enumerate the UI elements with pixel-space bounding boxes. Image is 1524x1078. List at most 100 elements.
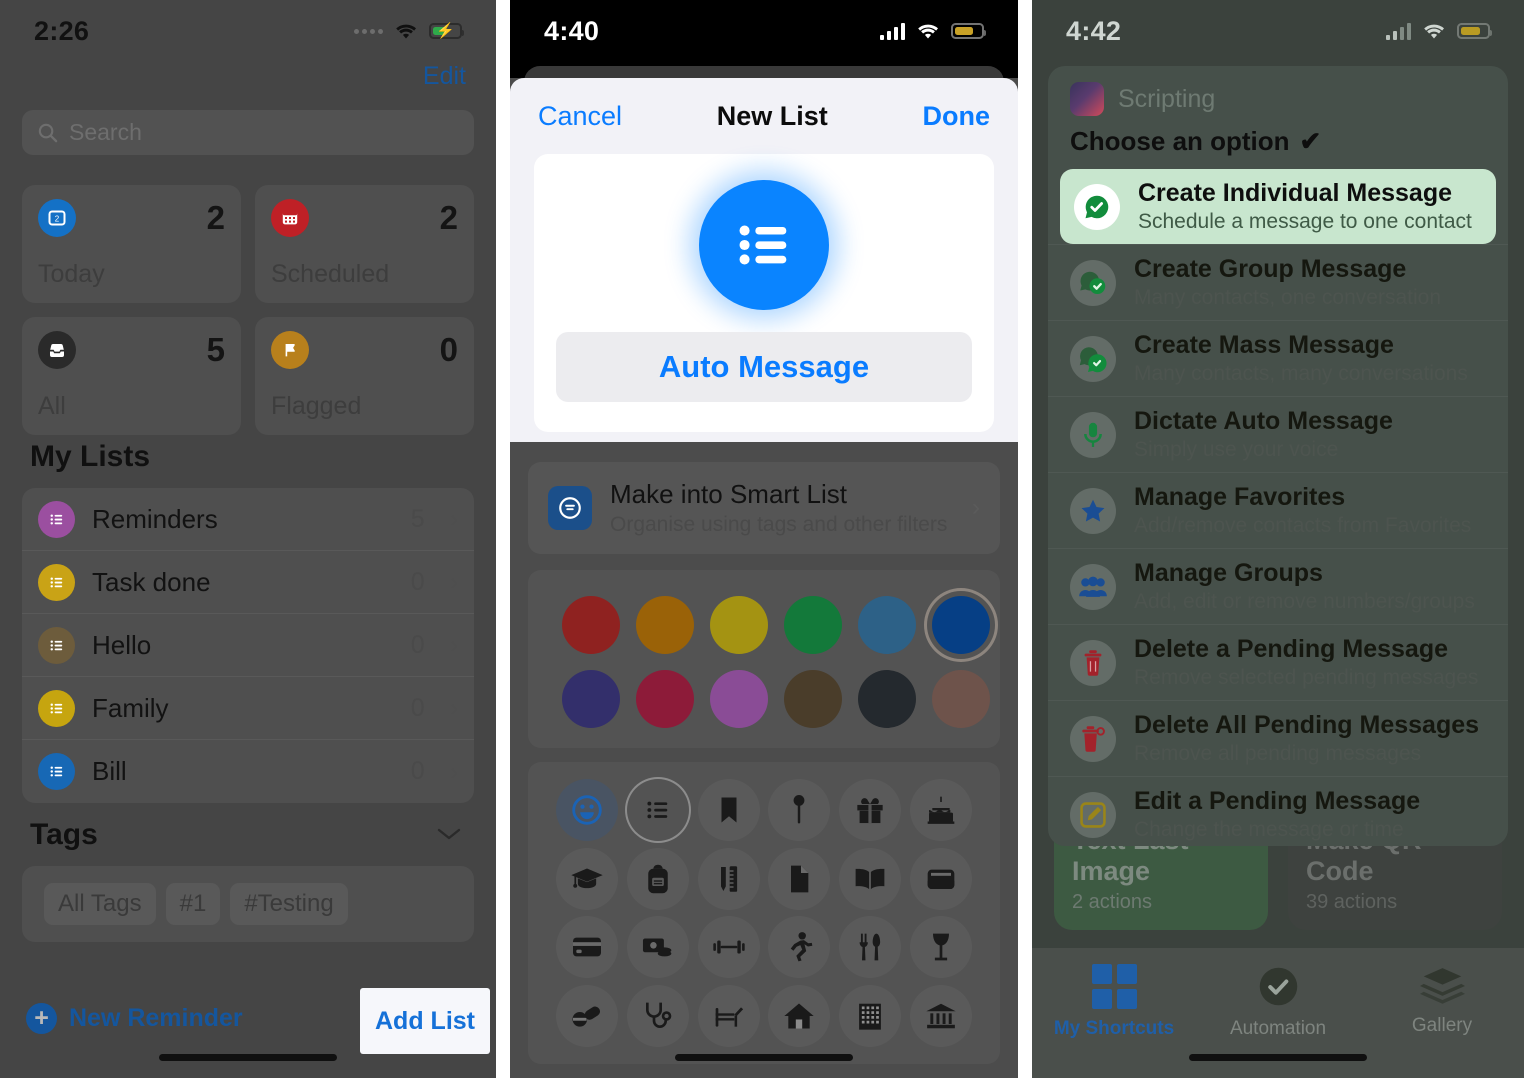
smart-card-flagged[interactable]: 0 Flagged [255,317,474,435]
bookmark-icon[interactable] [697,779,760,842]
list-bullet-icon [38,500,75,538]
dumbbell-icon[interactable] [697,916,760,979]
graduation-cap-icon[interactable] [556,847,619,910]
make-into-smart-list-row[interactable]: Make into Smart List Organise using tags… [528,462,1000,554]
backpack-icon[interactable] [626,847,689,910]
list-bullet-icon [38,753,75,790]
add-list-button[interactable]: Add List [360,988,490,1054]
color-swatch-pink[interactable] [628,662,702,736]
color-swatch-taupe[interactable] [924,662,998,736]
cake-icon[interactable] [909,779,972,842]
smart-card-today[interactable]: 2 2 Today [22,185,241,303]
edit-button[interactable]: Edit [423,62,466,91]
stethoscope-icon[interactable] [626,984,689,1047]
menu-item-title: Edit a Pending Message [1134,787,1421,815]
smiley-icon[interactable] [556,779,619,842]
home-indicator [1189,1054,1367,1061]
list-bullet-icon [38,563,75,601]
menu-item-subtitle: Simply use your voice [1134,438,1339,461]
color-swatch-yellow[interactable] [702,588,776,662]
list-item[interactable]: Family 0 › [22,677,474,740]
house-icon[interactable] [768,984,831,1047]
bank-icon[interactable] [909,984,972,1047]
list-count: 5 [410,504,425,533]
list-preview-card: Auto Message [534,154,994,432]
menu-item-manage-favorites[interactable]: Manage Favorites Add/remove contacts fro… [1048,472,1508,548]
list-item[interactable]: Reminders 5 › [22,488,474,551]
credit-card-icon[interactable] [556,916,619,979]
money-icon[interactable] [626,916,689,979]
list-item[interactable]: Bill 0 › [22,740,474,803]
document-icon[interactable] [768,847,831,910]
chevron-down-icon[interactable] [436,826,462,842]
list-bullet-icon[interactable] [627,779,689,841]
menu-item-dictate-auto-message[interactable]: Dictate Auto Message Simply use your voi… [1048,396,1508,472]
home-indicator [159,1054,337,1061]
menu-item-title: Manage Groups [1134,559,1323,587]
menu-app-header: Scripting [1048,66,1508,120]
tag-chip[interactable]: #1 [165,883,221,925]
tag-chip[interactable]: #Testing [230,883,348,925]
cancel-button[interactable]: Cancel [538,101,622,132]
calendar-icon [271,199,309,237]
color-swatch-green[interactable] [776,588,850,662]
menu-item-subtitle: Remove all pending messages [1134,742,1422,765]
done-button[interactable]: Done [922,101,990,132]
color-swatch-red[interactable] [554,588,628,662]
new-reminder-button[interactable]: + New Reminder [26,1003,243,1034]
running-icon[interactable] [768,916,831,979]
home-indicator [675,1054,853,1061]
menu-item-text: Create Group Message Many contacts, one … [1134,255,1441,310]
pin-icon[interactable] [768,779,831,842]
list-name: Task done [92,566,211,597]
chat-check-icon [1074,183,1120,230]
building-icon[interactable] [838,984,901,1047]
open-book-icon[interactable] [838,847,901,910]
tab-my-shortcuts[interactable]: My Shortcuts [1032,964,1196,1040]
status-bar: 4:40 [510,0,1018,62]
tray-icon[interactable] [909,847,972,910]
search-input[interactable]: Search [22,110,474,155]
menu-app-name: Scripting [1118,84,1216,113]
menu-item-delete-all-pending-messages[interactable]: Delete All Pending Messages Remove all p… [1048,700,1508,776]
search-icon [38,123,58,143]
phone-panel-reminders: 2:26 ⚡ Edit Search 2 2 Today 2 Scheduled… [0,0,496,1078]
color-swatch-light-blue[interactable] [850,588,924,662]
menu-item-create-mass-message[interactable]: Create Mass Message Many contacts, many … [1048,320,1508,396]
wine-glass-icon[interactable] [909,916,972,979]
color-swatch-orange[interactable] [628,588,702,662]
color-swatch-blue[interactable] [924,588,998,662]
smart-card-count: 2 [206,199,225,236]
list-count: 0 [410,757,425,785]
color-swatch-brown[interactable] [776,662,850,736]
menu-item-edit-pending-message[interactable]: Edit a Pending Message Change the messag… [1048,776,1508,846]
people-icon [1070,563,1116,610]
tag-chip[interactable]: All Tags [44,883,156,925]
sheet-title: New List [716,100,828,131]
menu-item-text: Edit a Pending Message Change the messag… [1134,787,1420,842]
list-item[interactable]: Task done 0 › [22,551,474,614]
color-swatch-black[interactable] [850,662,924,736]
menu-item-subtitle: Add, edit or remove numbers/groups [1134,590,1475,613]
battery-icon [951,23,986,39]
menu-item-create-group-message[interactable]: Create Group Message Many contacts, one … [1048,244,1508,320]
gift-icon[interactable] [838,779,901,842]
list-name-input[interactable]: Auto Message [556,332,972,402]
bench-icon[interactable] [697,984,760,1047]
color-swatch-purple[interactable] [702,662,776,736]
choose-option-menu: Scripting Choose an option ✔ Create Indi… [1048,66,1508,846]
menu-item-text: Delete a Pending Message Remove selected… [1134,635,1478,690]
tab-gallery[interactable]: Gallery [1360,964,1524,1037]
smart-card-all[interactable]: 5 All [22,317,241,435]
menu-item-manage-groups[interactable]: Manage Groups Add, edit or remove number… [1048,548,1508,624]
tab-automation[interactable]: Automation [1196,964,1360,1040]
fork-knife-icon[interactable] [838,916,901,979]
color-swatch-indigo[interactable] [554,662,628,736]
list-item[interactable]: Hello 0 › [22,614,474,677]
menu-item-create-individual-message[interactable]: Create Individual Message Schedule a mes… [1060,169,1496,244]
pencil-ruler-icon[interactable] [697,847,760,910]
smart-card-scheduled[interactable]: 2 Scheduled [255,185,474,303]
menu-item-delete-pending-message[interactable]: Delete a Pending Message Remove selected… [1048,624,1508,700]
list-name: Hello [92,629,152,660]
pills-icon[interactable] [556,984,619,1047]
